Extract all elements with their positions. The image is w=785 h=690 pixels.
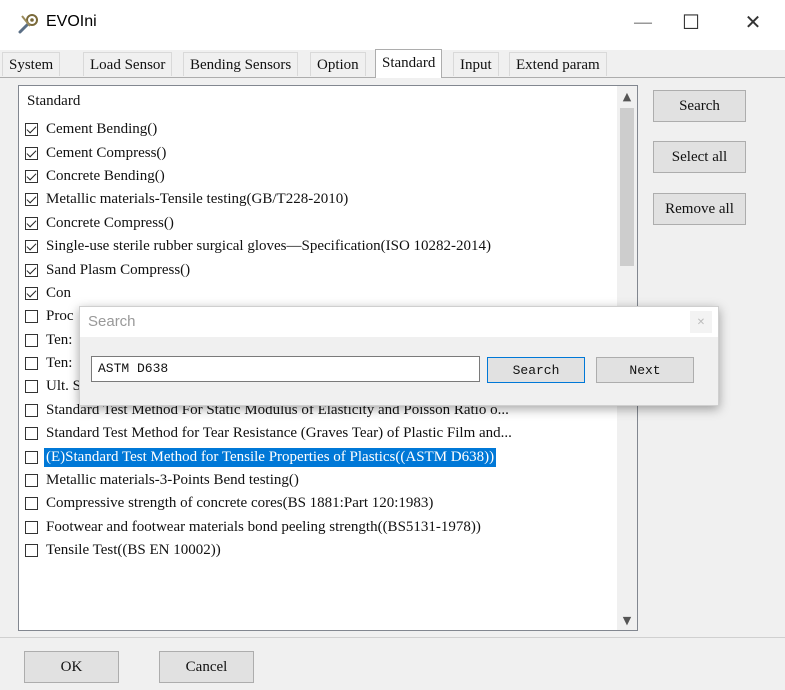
list-item[interactable]: Cement Bending() [25, 118, 615, 141]
list-item-checkbox[interactable] [25, 240, 38, 254]
tab-extend-param[interactable]: Extend param [509, 52, 607, 76]
search-button[interactable]: Search [653, 90, 746, 122]
select-all-button[interactable]: Select all [653, 141, 746, 173]
list-item[interactable]: Compressive strength of concrete cores(B… [25, 492, 615, 515]
list-item-checkbox[interactable] [25, 263, 38, 277]
list-item[interactable]: (E)Standard Test Method for Tensile Prop… [25, 445, 615, 468]
list-item-label: Concrete Compress() [46, 214, 174, 231]
list-item-checkbox[interactable] [25, 193, 38, 207]
list-item-label: Metallic materials-3-Points Bend testing… [46, 472, 299, 489]
dialog-next-button[interactable]: Next [596, 357, 694, 383]
close-button[interactable]: ✕ [730, 0, 776, 44]
list-item-label: Proc [46, 308, 74, 325]
cancel-button[interactable]: Cancel [159, 651, 254, 683]
list-item-label: Tensile Test((BS EN 10002)) [46, 542, 221, 559]
list-item-checkbox[interactable] [25, 333, 38, 347]
tab-standard[interactable]: Standard [375, 49, 443, 78]
list-item[interactable]: Metallic materials-Tensile testing(GB/T2… [25, 188, 615, 211]
list-item-checkbox[interactable] [25, 310, 38, 324]
list-item-checkbox[interactable] [25, 520, 38, 534]
list-item[interactable]: Con [25, 282, 615, 305]
tab-load-sensor[interactable]: Load Sensor [83, 52, 173, 76]
list-item-label: Concrete Bending() [46, 167, 165, 184]
remove-all-button[interactable]: Remove all [653, 193, 746, 225]
list-item-label: (E)Standard Test Method for Tensile Prop… [44, 447, 497, 467]
list-item-checkbox[interactable] [25, 286, 38, 300]
list-item-checkbox[interactable] [25, 216, 38, 230]
list-item-label: Metallic materials-Tensile testing(GB/T2… [46, 191, 349, 208]
list-item-checkbox[interactable] [25, 357, 38, 371]
list-item-label: Footwear and footwear materials bond pee… [46, 518, 481, 535]
list-item-checkbox[interactable] [25, 169, 38, 183]
search-dialog-titlebar: Search ✕ [80, 307, 718, 337]
window-title: EVOIni [46, 13, 97, 30]
list-item-label: Ten: [46, 331, 73, 348]
scroll-down-icon[interactable]: ▼ [617, 610, 637, 630]
dialog-search-button[interactable]: Search [487, 357, 585, 383]
list-item-checkbox[interactable] [25, 380, 38, 394]
search-input[interactable]: ASTM D638 [91, 356, 480, 382]
list-item-label: Compressive strength of concrete cores(B… [46, 495, 434, 512]
list-item-checkbox[interactable] [25, 403, 38, 417]
list-item-checkbox[interactable] [25, 544, 38, 558]
tab-system[interactable]: System [2, 52, 61, 76]
list-item-label: Sand Plasm Compress() [46, 261, 191, 278]
list-header: Standard [27, 93, 81, 109]
list-item[interactable]: Tensile Test((BS EN 10002)) [25, 539, 615, 562]
title-bar: EVOIni — ☐ ✕ [0, 0, 785, 50]
search-dialog: Search ✕ ASTM D638 Search Next [79, 306, 719, 406]
close-icon[interactable]: ✕ [690, 311, 712, 333]
scroll-up-icon[interactable]: ▲ [617, 86, 637, 106]
wrench-gear-icon [18, 12, 40, 34]
list-item[interactable]: Standard Test Method for Tear Resistance… [25, 422, 615, 445]
list-item-checkbox[interactable] [25, 123, 38, 137]
tab-bending-sensors[interactable]: Bending Sensors [183, 52, 299, 76]
tab-strip: System Load Sensor Bending Sensors Optio… [0, 49, 785, 78]
ok-button[interactable]: OK [24, 651, 119, 683]
minimize-button[interactable]: — [620, 0, 666, 44]
scroll-thumb[interactable] [620, 108, 634, 266]
list-item-label: Ten: [46, 355, 73, 372]
tab-option[interactable]: Option [310, 52, 366, 76]
list-item-checkbox[interactable] [25, 474, 38, 488]
list-item[interactable]: Concrete Compress() [25, 212, 615, 235]
tab-input[interactable]: Input [453, 52, 499, 76]
list-item-label: Cement Bending() [46, 121, 158, 138]
list-item-label: Cement Compress() [46, 144, 167, 161]
maximize-button[interactable]: ☐ [668, 0, 714, 44]
list-item-label: Single-use sterile rubber surgical glove… [46, 238, 492, 255]
list-item-checkbox[interactable] [25, 497, 38, 511]
list-item-checkbox[interactable] [25, 427, 38, 441]
search-dialog-title: Search [88, 313, 136, 330]
list-item[interactable]: Single-use sterile rubber surgical glove… [25, 235, 615, 258]
list-item[interactable]: Sand Plasm Compress() [25, 258, 615, 281]
list-item-label: Con [46, 284, 72, 301]
list-item[interactable]: Concrete Bending() [25, 165, 615, 188]
list-item-checkbox[interactable] [25, 146, 38, 160]
footer-divider [0, 637, 785, 638]
list-item-label: Standard Test Method for Tear Resistance… [46, 425, 512, 442]
list-item[interactable]: Cement Compress() [25, 141, 615, 164]
list-item[interactable]: Metallic materials-3-Points Bend testing… [25, 469, 615, 492]
list-item[interactable]: Footwear and footwear materials bond pee… [25, 516, 615, 539]
list-item-checkbox[interactable] [25, 450, 38, 464]
